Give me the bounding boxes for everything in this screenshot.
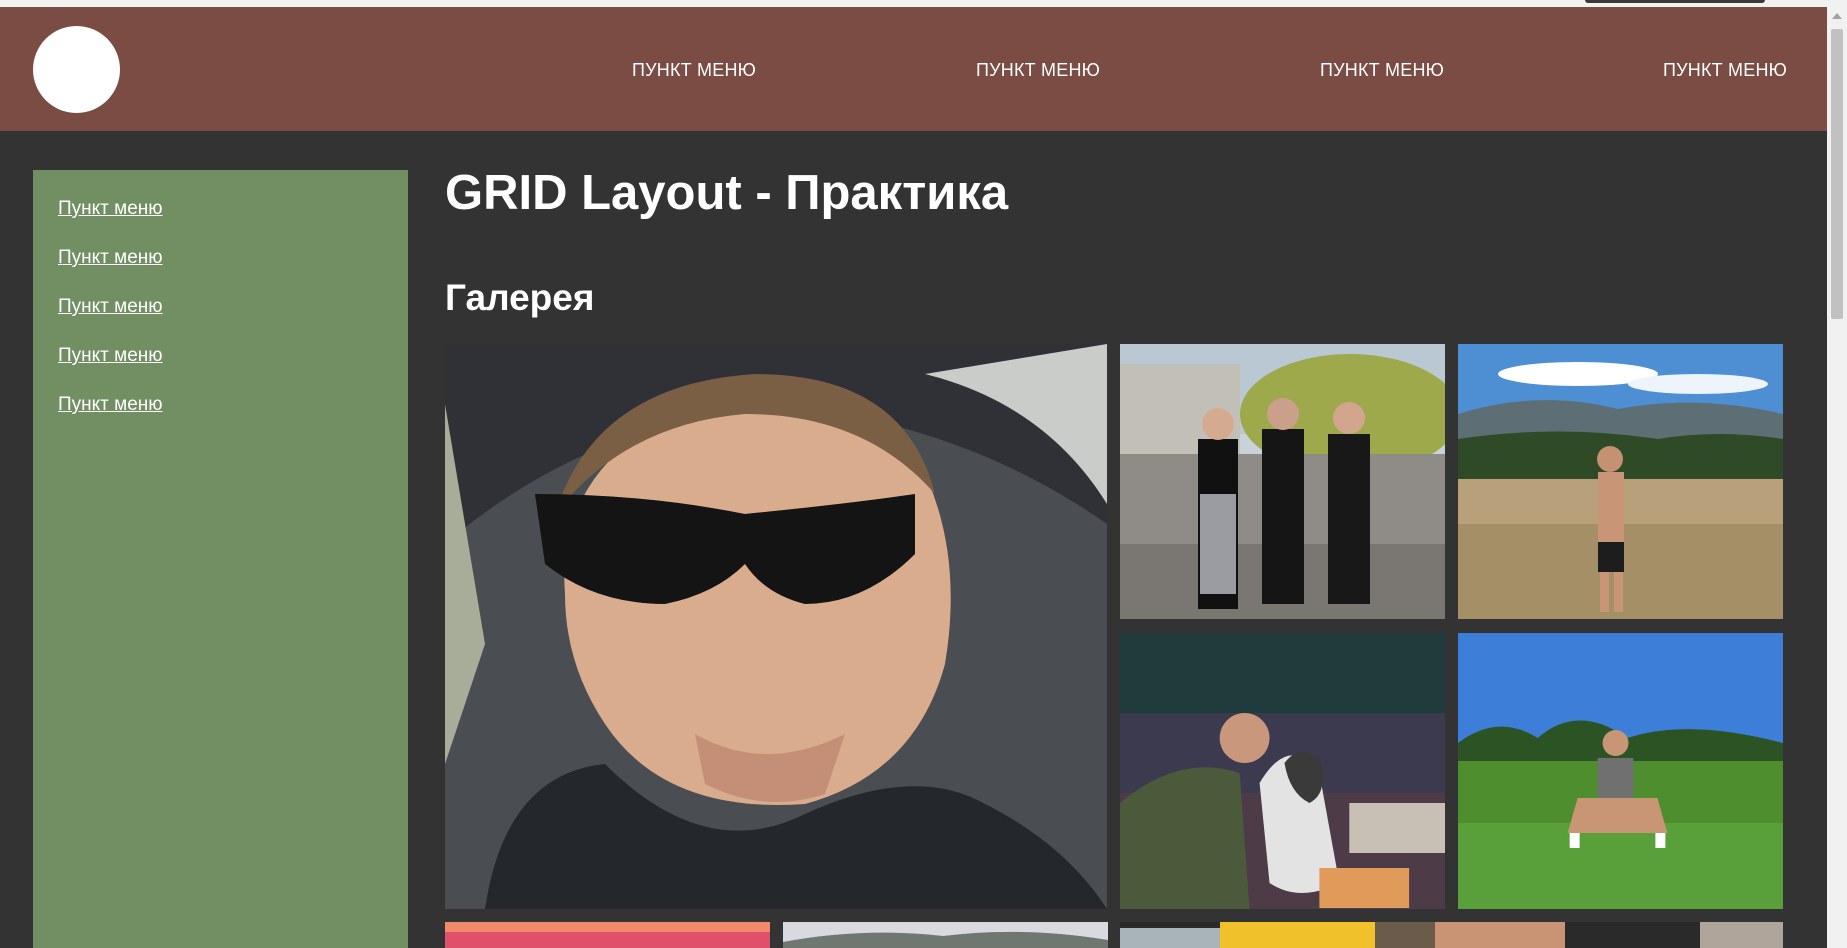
top-nav-item-4[interactable]: ПУНКТ МЕНЮ [1663, 60, 1787, 81]
site-header: ПУНКТ МЕНЮ ПУНКТ МЕНЮ ПУНКТ МЕНЮ ПУНКТ М… [0, 7, 1827, 131]
sidebar-item: Пункт меню [58, 247, 163, 269]
top-nav-item-1[interactable]: ПУНКТ МЕНЮ [632, 60, 756, 81]
sidebar: Пункт меню Пункт меню Пункт меню Пункт м… [33, 170, 408, 948]
sidebar-item: Пункт меню [58, 296, 163, 318]
scrollbar-thumb[interactable] [1831, 29, 1843, 319]
sidebar-item: Пункт меню [58, 345, 163, 367]
gallery-photo-field[interactable] [1458, 344, 1783, 619]
sidebar-item: Пункт меню [58, 394, 163, 416]
gallery-photo-selfie-car[interactable] [445, 344, 1107, 909]
page-title: GRID Layout - Практика [445, 166, 1009, 220]
vertical-scrollbar[interactable] [1827, 7, 1847, 948]
gallery-photo-dog[interactable] [1120, 633, 1445, 909]
browser-tab-edge [1585, 0, 1765, 3]
browser-top-strip [0, 0, 1847, 7]
gallery-photo-grass[interactable] [1458, 633, 1783, 909]
sidebar-item: Пункт меню [58, 198, 163, 220]
top-nav: ПУНКТ МЕНЮ ПУНКТ МЕНЮ ПУНКТ МЕНЮ ПУНКТ М… [0, 7, 1827, 131]
top-nav-item-2[interactable]: ПУНКТ МЕНЮ [976, 60, 1100, 81]
gallery-photo-wide[interactable] [1120, 922, 1783, 948]
top-nav-item-3[interactable]: ПУНКТ МЕНЮ [1320, 60, 1444, 81]
gallery-photo-sunset[interactable] [445, 922, 770, 948]
gallery-photo-landscape[interactable] [783, 922, 1108, 948]
gallery-photo-friends[interactable] [1120, 344, 1445, 619]
sidebar-link-1[interactable]: Пункт меню [58, 198, 163, 219]
gallery-heading: Галерея [445, 277, 595, 318]
sidebar-link-2[interactable]: Пункт меню [58, 247, 163, 268]
sidebar-link-4[interactable]: Пункт меню [58, 345, 163, 366]
sidebar-link-3[interactable]: Пункт меню [58, 296, 163, 317]
scroll-up-arrow-icon[interactable] [1832, 13, 1842, 19]
sidebar-link-5[interactable]: Пункт меню [58, 394, 163, 415]
